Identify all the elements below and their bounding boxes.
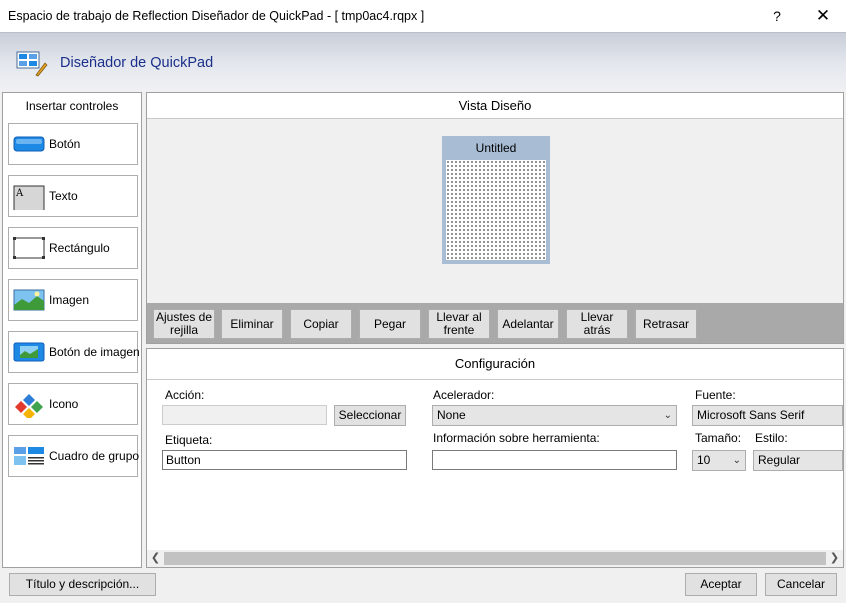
image-button-control-icon	[13, 342, 45, 362]
send-backward-button[interactable]: Retrasar	[635, 309, 697, 339]
label-label: Etiqueta:	[165, 433, 213, 447]
help-button[interactable]: ?	[762, 0, 792, 32]
design-view-panel: Vista Diseño Untitled Ajustes de rejilla…	[146, 92, 844, 344]
group-box-control-icon	[14, 447, 44, 465]
tool-group-box[interactable]: Cuadro de grupo	[8, 435, 140, 477]
size-dropdown[interactable]: 10 ⌄	[692, 450, 746, 471]
design-view-title: Vista Diseño	[147, 93, 843, 119]
horizontal-scrollbar[interactable]: ❮ ❯	[147, 550, 843, 567]
size-value: 10	[697, 453, 711, 467]
delete-button[interactable]: Eliminar	[221, 309, 283, 339]
rectangle-control-icon	[13, 237, 45, 259]
action-field	[162, 405, 327, 425]
icon-control-icon	[15, 394, 43, 418]
title-bar: Espacio de trabajo de Reflection Diseñad…	[0, 0, 846, 32]
copy-button[interactable]: Copiar	[290, 309, 352, 339]
designer-title: Diseñador de QuickPad	[60, 55, 214, 71]
close-button[interactable]: ✕	[800, 0, 846, 32]
scroll-left-icon[interactable]: ❮	[147, 551, 164, 566]
accelerator-label: Acelerador:	[433, 388, 495, 402]
action-label: Acción:	[165, 388, 205, 402]
configuration-title: Configuración	[147, 349, 843, 380]
quickpad-title: Untitled	[475, 141, 517, 155]
accelerator-value: None	[437, 408, 466, 422]
tool-label: Botón	[49, 137, 81, 151]
size-label: Tamaño:	[695, 431, 742, 445]
grid-settings-button[interactable]: Ajustes de rejilla	[153, 309, 215, 339]
quickpad-grid[interactable]	[446, 160, 546, 260]
accelerator-dropdown[interactable]: None ⌄	[432, 405, 677, 426]
tool-label: Imagen	[49, 293, 90, 307]
chevron-down-icon: ⌄	[663, 410, 672, 421]
font-dropdown[interactable]: Microsoft Sans Serif	[692, 405, 843, 426]
style-label: Estilo:	[755, 431, 788, 445]
style-dropdown[interactable]: Regular	[753, 450, 843, 471]
quickpad-designer-icon	[16, 51, 48, 77]
tool-label: Icono	[49, 397, 79, 411]
image-control-icon	[13, 289, 45, 311]
designer-header: Diseñador de QuickPad	[0, 32, 846, 90]
design-toolbar: Ajustes de rejilla Eliminar Copiar Pegar…	[147, 303, 843, 343]
tool-image-button[interactable]: Botón de imagen	[8, 331, 140, 373]
tooltip-label: Información sobre herramienta:	[433, 431, 600, 445]
cancel-button[interactable]: Cancelar	[765, 573, 837, 596]
bring-forward-button[interactable]: Adelantar	[497, 309, 559, 339]
tool-label: Cuadro de grupo	[49, 449, 140, 463]
design-canvas[interactable]: Untitled	[147, 119, 843, 303]
insert-controls-title: Insertar controles	[25, 99, 119, 113]
quickpad-preview[interactable]: Untitled	[442, 136, 550, 264]
configuration-panel: Configuración Acción: Seleccionar Etique…	[146, 348, 844, 568]
tool-label: Rectángulo	[49, 241, 110, 255]
select-action-button[interactable]: Seleccionar	[334, 405, 406, 426]
tool-label: Texto	[49, 189, 78, 203]
tooltip-field[interactable]	[432, 450, 677, 470]
scrollbar-thumb[interactable]	[164, 552, 826, 565]
paste-button[interactable]: Pegar	[359, 309, 421, 339]
button-control-icon	[13, 136, 45, 152]
tool-image[interactable]: Imagen	[8, 279, 138, 321]
bring-to-front-button[interactable]: Llevar al frente	[428, 309, 490, 339]
scroll-right-icon[interactable]: ❯	[826, 551, 843, 566]
tool-rectangle[interactable]: Rectángulo	[8, 227, 138, 269]
tool-text[interactable]: A Texto	[8, 175, 138, 217]
send-to-back-button[interactable]: Llevar atrás	[566, 309, 628, 339]
text-control-icon: A	[13, 185, 45, 210]
font-label: Fuente:	[695, 388, 736, 402]
tool-icon[interactable]: Icono	[8, 383, 138, 425]
window-title: Espacio de trabajo de Reflection Diseñad…	[8, 9, 425, 23]
accept-button[interactable]: Aceptar	[685, 573, 757, 596]
chevron-down-icon: ⌄	[732, 455, 741, 466]
tool-label: Botón de imagen	[49, 345, 140, 359]
insert-controls-panel: Insertar controles Botón A Texto Rectáng…	[2, 92, 142, 568]
svg-text:A: A	[15, 188, 24, 199]
title-description-button[interactable]: Título y descripción...	[9, 573, 156, 596]
tool-button[interactable]: Botón	[8, 123, 138, 165]
label-field[interactable]: Button	[162, 450, 407, 470]
